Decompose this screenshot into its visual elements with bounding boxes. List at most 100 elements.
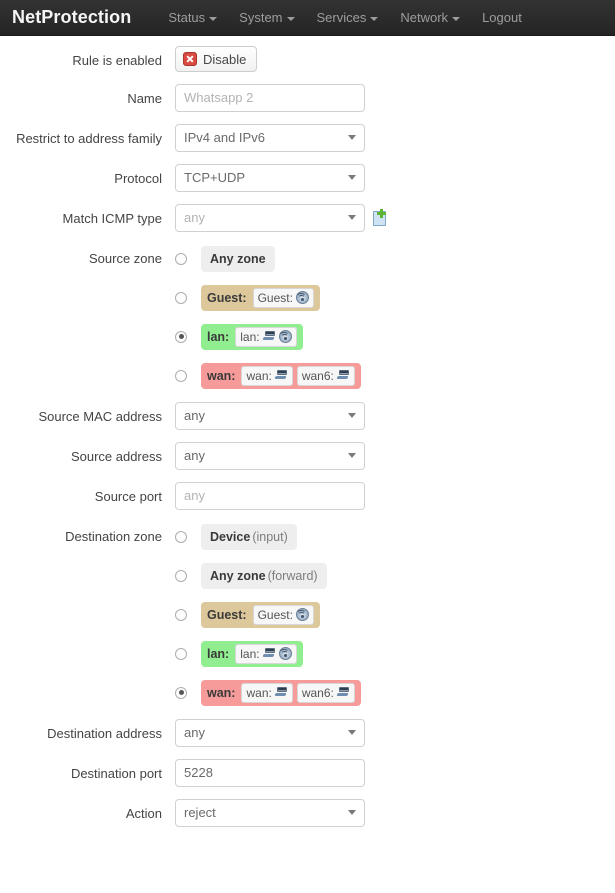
destination-zone-option-device[interactable]: Device (input): [175, 522, 361, 551]
row-destination-zone: Destination zone Device (input) Any zone…: [0, 522, 615, 707]
ethernet-icon: [262, 331, 276, 342]
zone-sublabel: (forward): [267, 568, 318, 583]
radio-button[interactable]: [175, 608, 187, 621]
radio-button[interactable]: [175, 369, 187, 382]
zone-sublabel: (input): [252, 529, 288, 544]
interface-chip: wan:: [241, 682, 293, 703]
stop-icon: [183, 52, 197, 66]
field-icmp-type: any: [175, 204, 615, 232]
zone-badge[interactable]: Guest: Guest:: [201, 601, 320, 628]
nav-item-services[interactable]: Services: [306, 10, 390, 25]
interface-label: wan6:: [301, 685, 334, 700]
label-rule-enabled: Rule is enabled: [72, 53, 162, 68]
nav-item-network[interactable]: Network: [389, 10, 471, 25]
row-action: Action reject: [0, 799, 615, 827]
interface-chip: lan:: [235, 326, 297, 347]
zone-badge[interactable]: lan: lan:: [201, 640, 303, 667]
disable-rule-button[interactable]: Disable: [175, 46, 258, 72]
zone-badge[interactable]: Guest: Guest:: [201, 284, 320, 311]
destination-zone-radio-group: Device (input) Any zone (forward) Guest:: [175, 522, 361, 707]
row-icmp-type: Match ICMP type any: [0, 204, 615, 232]
radio-button[interactable]: [175, 647, 187, 660]
source-mac-select[interactable]: any: [175, 402, 365, 430]
interface-chip: Guest:: [252, 604, 314, 625]
source-zone-option-any[interactable]: Any zone: [175, 244, 361, 273]
wifi-icon: [295, 608, 309, 621]
nav-item-label: System: [239, 10, 283, 25]
chevron-down-icon: [370, 16, 379, 21]
zone-name: wan:: [207, 368, 236, 383]
zone-badge[interactable]: Device (input): [201, 523, 297, 550]
field-source-zone: Any zone Guest: Guest: lan: lan: wan: wa…: [175, 244, 615, 390]
source-address-select[interactable]: any: [175, 442, 365, 470]
destination-zone-option-wan[interactable]: wan: wan: wan6:: [175, 678, 361, 707]
nav-item-label: Services: [316, 10, 367, 25]
field-address-family: IPv4 and IPv6: [175, 124, 615, 152]
add-page-icon[interactable]: [371, 209, 389, 227]
top-navbar: NetProtection Status System Services Net…: [0, 0, 615, 36]
zone-badge[interactable]: lan: lan:: [201, 323, 303, 350]
destination-zone-option-guest[interactable]: Guest: Guest:: [175, 600, 361, 629]
radio-button[interactable]: [175, 686, 187, 699]
destination-zone-option-lan[interactable]: lan: lan:: [175, 639, 361, 668]
radio-button[interactable]: [175, 569, 187, 582]
destination-address-select[interactable]: any: [175, 719, 365, 747]
radio-button[interactable]: [175, 330, 187, 343]
zone-badge[interactable]: Any zone: [201, 245, 275, 272]
action-select[interactable]: reject: [175, 799, 365, 827]
row-destination-port: Destination port 5228: [0, 759, 615, 787]
interface-label: lan:: [240, 646, 260, 661]
zone-name: Device: [210, 529, 251, 544]
zone-badge[interactable]: wan: wan: wan6:: [201, 679, 361, 706]
nav-menu: Status System Services Network Logout: [157, 10, 533, 25]
wifi-icon: [295, 291, 309, 304]
wifi-icon: [278, 330, 292, 343]
label-address-family: Restrict to address family: [16, 131, 162, 146]
destination-zone-option-any[interactable]: Any zone (forward): [175, 561, 361, 590]
label-destination-address: Destination address: [47, 726, 162, 741]
zone-name: Any zone: [210, 251, 266, 266]
interface-chip: lan:: [235, 643, 297, 664]
icmp-type-select[interactable]: any: [175, 204, 365, 232]
label-source-address: Source address: [70, 449, 162, 464]
field-destination-zone: Device (input) Any zone (forward) Guest:: [175, 522, 615, 707]
ethernet-icon: [336, 687, 350, 698]
radio-button[interactable]: [175, 291, 187, 304]
row-destination-address: Destination address any: [0, 719, 615, 747]
source-zone-option-lan[interactable]: lan: lan:: [175, 322, 361, 351]
label-source-mac: Source MAC address: [38, 409, 162, 424]
label-destination-zone: Destination zone: [65, 529, 162, 544]
field-rule-enabled: Disable: [175, 46, 615, 72]
zone-badge[interactable]: Any zone (forward): [201, 562, 327, 589]
interface-label: Guest:: [257, 290, 293, 305]
row-source-mac: Source MAC address any: [0, 402, 615, 430]
interface-label: wan:: [246, 685, 272, 700]
protocol-select[interactable]: TCP+UDP: [175, 164, 365, 192]
interface-chip: wan6:: [296, 682, 355, 703]
nav-item-status[interactable]: Status: [157, 10, 228, 25]
source-zone-option-wan[interactable]: wan: wan: wan6:: [175, 361, 361, 390]
interface-label: wan6:: [301, 368, 334, 383]
nav-item-label: Status: [168, 10, 206, 25]
zone-name: Guest:: [207, 290, 247, 305]
nav-item-logout[interactable]: Logout: [471, 10, 533, 25]
nav-item-label: Network: [400, 10, 449, 25]
row-source-address: Source address any: [0, 442, 615, 470]
source-port-input[interactable]: any: [175, 482, 365, 510]
ethernet-icon: [274, 687, 288, 698]
zone-badge[interactable]: wan: wan: wan6:: [201, 362, 361, 389]
name-input[interactable]: Whatsapp 2: [175, 84, 365, 112]
nav-item-system[interactable]: System: [228, 10, 305, 25]
source-zone-option-guest[interactable]: Guest: Guest:: [175, 283, 361, 312]
label-destination-port: Destination port: [70, 766, 162, 781]
destination-port-input[interactable]: 5228: [175, 759, 365, 787]
radio-button[interactable]: [175, 252, 187, 265]
row-source-port: Source port any: [0, 482, 615, 510]
brand-logo[interactable]: NetProtection: [12, 7, 131, 28]
address-family-select[interactable]: IPv4 and IPv6: [175, 124, 365, 152]
radio-button[interactable]: [175, 530, 187, 543]
label-action: Action: [125, 806, 162, 821]
source-zone-radio-group: Any zone Guest: Guest: lan: lan: wan: wa…: [175, 244, 361, 390]
label-name: Name: [127, 91, 162, 106]
wifi-icon: [278, 647, 292, 660]
